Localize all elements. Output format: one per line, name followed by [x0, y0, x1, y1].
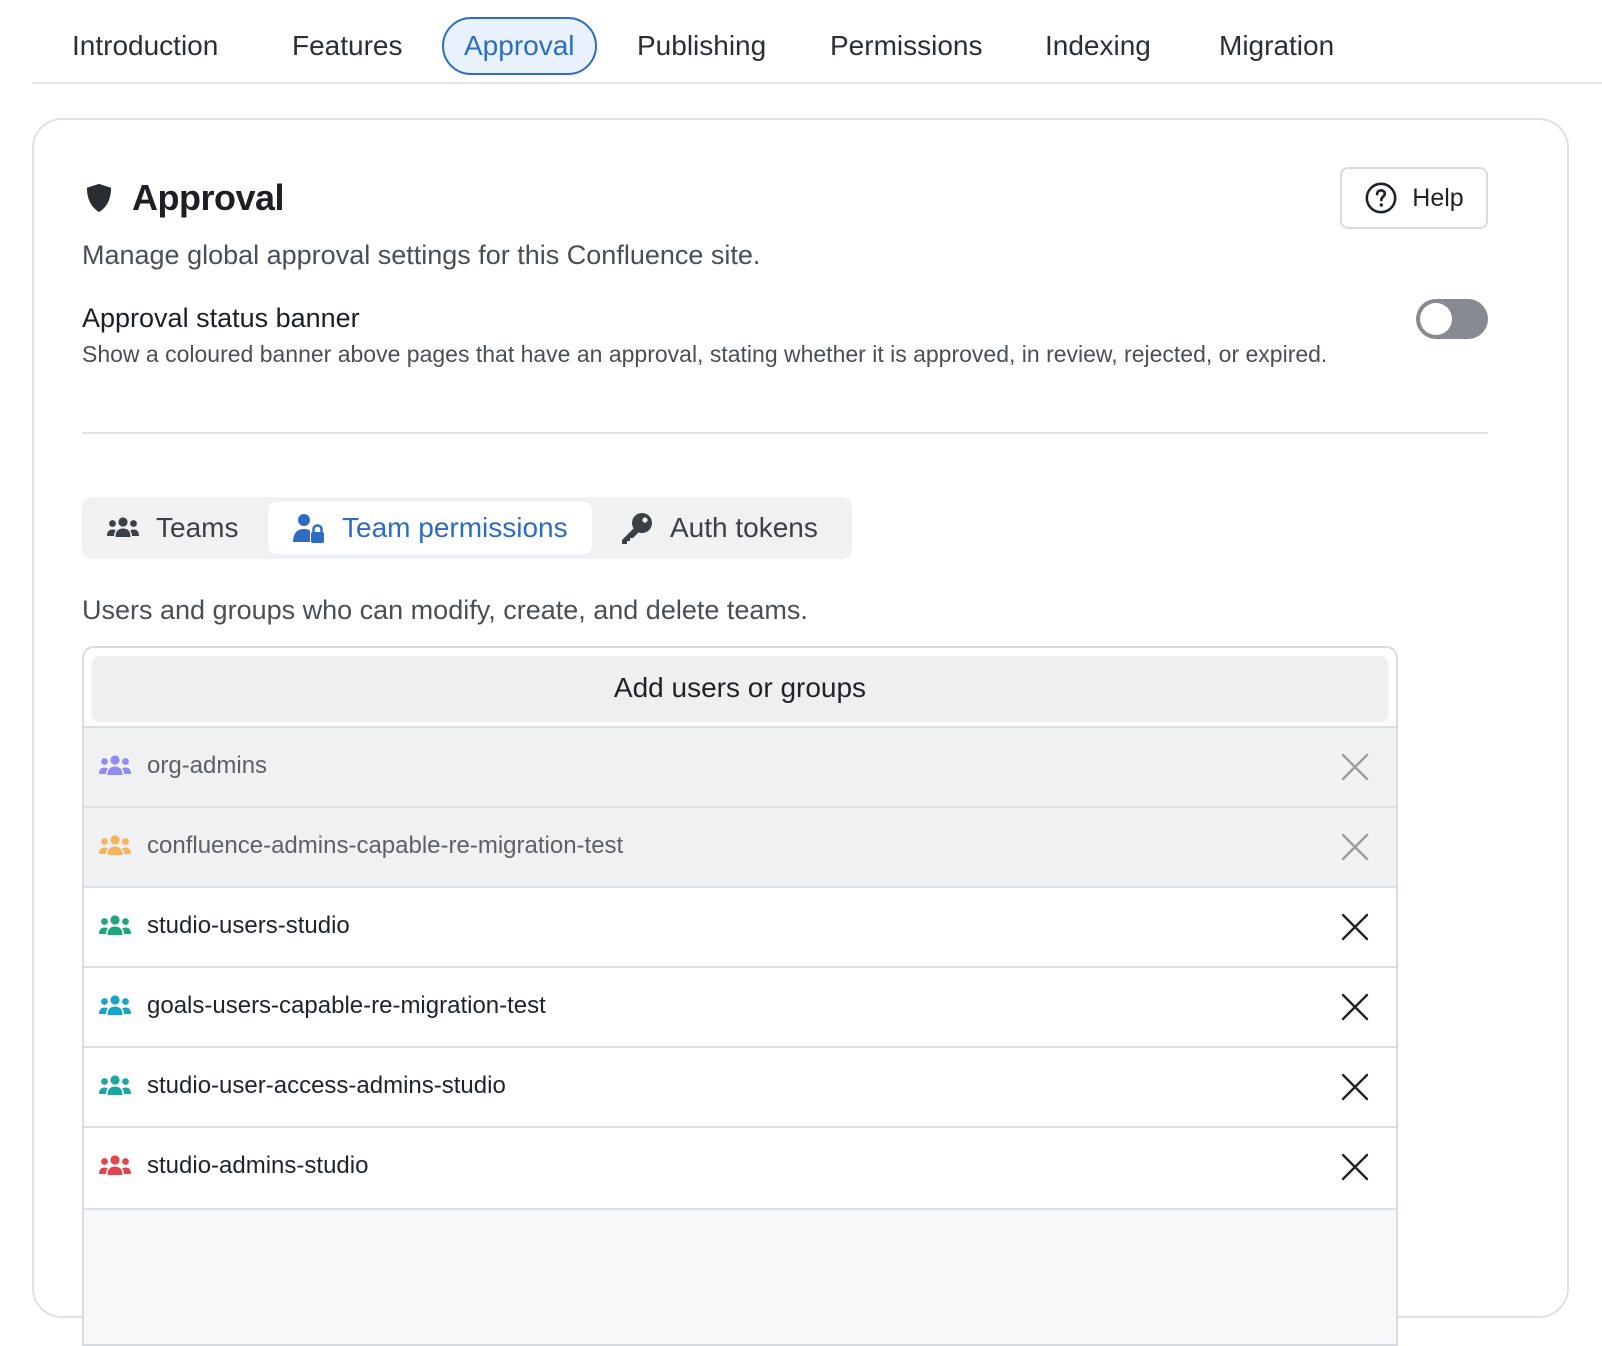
toggle-knob	[1420, 303, 1452, 335]
group-name: goals-users-capable-re-migration-test	[147, 992, 546, 1019]
tab-introduction[interactable]: Introduction	[52, 17, 238, 75]
remove-x-icon[interactable]	[1340, 988, 1370, 1026]
group-icon	[99, 1155, 131, 1175]
banner-setting-title: Approval status banner	[82, 303, 360, 333]
subtab-teams-label: Teams	[156, 512, 239, 543]
shield-icon	[86, 183, 112, 213]
page-subtitle: Manage global approval settings for this…	[82, 240, 761, 270]
subtab-bar: Teams Team permissions Auth tokens	[82, 497, 852, 559]
banner-setting-description: Show a coloured banner above pages that …	[82, 341, 1328, 367]
group-icon	[99, 835, 131, 855]
remove-x-icon[interactable]	[1340, 748, 1370, 786]
remove-x-icon[interactable]	[1340, 1068, 1370, 1106]
title-row: Approval	[82, 176, 285, 220]
group-row: goals-users-capable-re-migration-test	[84, 966, 1396, 1046]
banner-toggle[interactable]	[1416, 299, 1488, 339]
group-row: studio-admins-studio	[84, 1126, 1396, 1206]
remove-x-icon[interactable]	[1340, 828, 1370, 866]
group-name: org-admins	[147, 752, 268, 779]
group-name: studio-user-access-admins-studio	[147, 1072, 506, 1099]
top-nav: Introduction Features Approval Publishin…	[32, 0, 1602, 84]
tab-migration[interactable]: Migration	[1199, 17, 1354, 75]
users-icon	[107, 517, 139, 537]
tab-publishing[interactable]: Publishing	[617, 17, 786, 75]
group-row: org-admins	[84, 726, 1396, 806]
tab-permissions[interactable]: Permissions	[810, 17, 1002, 75]
tab-indexing[interactable]: Indexing	[1025, 17, 1171, 75]
permissions-description: Users and groups who can modify, create,…	[82, 595, 808, 625]
divider	[82, 432, 1488, 434]
group-name: studio-admins-studio	[147, 1152, 369, 1179]
group-row: studio-users-studio	[84, 886, 1396, 966]
group-name: confluence-admins-capable-re-migration-t…	[147, 832, 624, 859]
remove-x-icon[interactable]	[1340, 1148, 1370, 1186]
group-icon	[99, 1075, 131, 1095]
group-name: studio-users-studio	[147, 912, 350, 939]
group-row: confluence-admins-capable-re-migration-t…	[84, 806, 1396, 886]
help-button[interactable]: Help	[1340, 167, 1488, 229]
group-icon	[99, 995, 131, 1015]
subtab-team-permissions[interactable]: Team permissions	[268, 502, 592, 554]
approval-settings-card: Approval Help Manage global approval set…	[32, 118, 1569, 1346]
help-button-label: Help	[1412, 183, 1464, 212]
subtab-teams[interactable]: Teams	[82, 502, 262, 554]
tab-features[interactable]: Features	[272, 17, 423, 75]
tab-approval[interactable]: Approval	[442, 17, 597, 75]
page-title: Approval	[132, 177, 285, 218]
user-lock-icon	[293, 514, 324, 543]
list-footer	[84, 1208, 1396, 1344]
group-icon	[99, 755, 131, 775]
permissions-list: Add users or groups org-admins confluence…	[82, 646, 1398, 1346]
group-icon	[99, 915, 131, 935]
remove-x-icon[interactable]	[1340, 908, 1370, 946]
subtab-auth-tokens[interactable]: Auth tokens	[596, 502, 842, 554]
question-circle-icon	[1365, 182, 1397, 214]
subtab-team-permissions-label: Team permissions	[342, 512, 568, 543]
add-users-or-groups-button[interactable]: Add users or groups	[92, 656, 1388, 720]
key-icon	[622, 513, 652, 544]
group-row: studio-user-access-admins-studio	[84, 1046, 1396, 1126]
subtab-auth-tokens-label: Auth tokens	[670, 512, 818, 543]
